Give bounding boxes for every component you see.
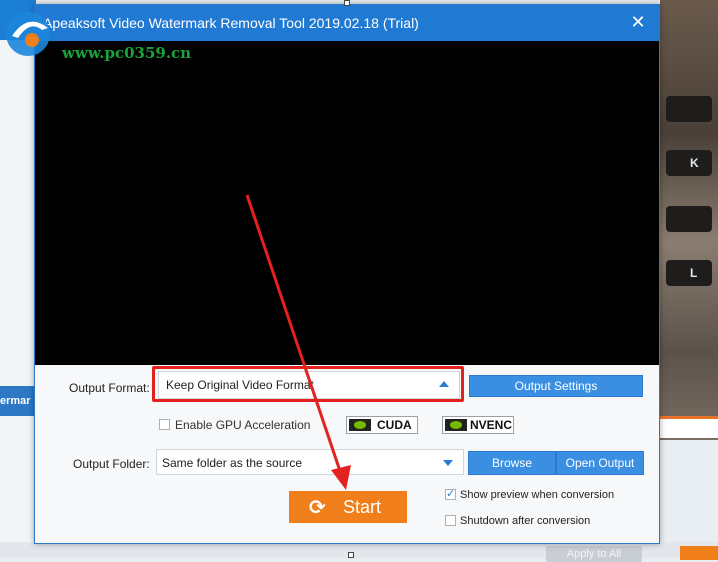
- dialog-title: Apeaksoft Video Watermark Removal Tool 2…: [43, 15, 419, 31]
- browse-button[interactable]: Browse: [468, 451, 556, 475]
- keyboard-key: [666, 206, 712, 232]
- output-settings-button[interactable]: Output Settings: [469, 375, 643, 397]
- annotation-highlight-box: [152, 366, 464, 402]
- apply-to-all-button[interactable]: Apply to All: [546, 546, 642, 562]
- background-progress-bar: [660, 416, 718, 438]
- nvenc-badge: NVENC: [442, 416, 514, 434]
- dialog-titlebar: Apeaksoft Video Watermark Removal Tool 2…: [35, 5, 659, 41]
- background-tab-label: ermar: [0, 395, 31, 407]
- shutdown-checkbox[interactable]: [445, 515, 456, 526]
- video-preview-area: [35, 41, 659, 365]
- show-preview-label: Show preview when conversion: [460, 489, 615, 501]
- keyboard-key: [666, 96, 712, 122]
- open-output-button[interactable]: Open Output: [556, 451, 644, 475]
- chevron-down-icon: [443, 460, 453, 466]
- background-video-preview: K L: [660, 0, 718, 440]
- gpu-acceleration-checkbox[interactable]: [159, 419, 170, 430]
- cuda-badge: CUDA: [346, 416, 418, 434]
- output-folder-value: Same folder as the source: [162, 456, 303, 470]
- nvidia-icon: [349, 419, 371, 431]
- background-tab: ermar: [0, 386, 36, 416]
- output-format-label: Output Format:: [69, 381, 150, 395]
- nvenc-label: NVENC: [470, 418, 513, 432]
- refresh-icon: ⟳: [309, 497, 326, 519]
- output-folder-label: Output Folder:: [73, 457, 150, 471]
- nvidia-icon: [445, 419, 467, 431]
- watermark-url: www.pc0359.cn: [62, 44, 192, 62]
- site-logo-icon: [6, 12, 50, 56]
- resize-handle: [344, 0, 350, 6]
- close-button[interactable]: ✕: [627, 11, 649, 33]
- gpu-acceleration-label: Enable GPU Acceleration: [175, 418, 311, 432]
- keyboard-key: L: [666, 260, 712, 286]
- background-left-panel: [0, 0, 36, 558]
- settings-dialog: Apeaksoft Video Watermark Removal Tool 2…: [34, 4, 660, 544]
- show-preview-checkbox[interactable]: [445, 487, 456, 500]
- start-button[interactable]: ⟳ Start: [289, 491, 407, 523]
- start-label: Start: [343, 497, 382, 517]
- output-folder-select[interactable]: Same folder as the source: [156, 449, 464, 475]
- cuda-label: CUDA: [377, 418, 412, 432]
- keyboard-key: K: [666, 150, 712, 176]
- shutdown-label: Shutdown after conversion: [460, 515, 591, 527]
- resize-handle: [348, 552, 354, 558]
